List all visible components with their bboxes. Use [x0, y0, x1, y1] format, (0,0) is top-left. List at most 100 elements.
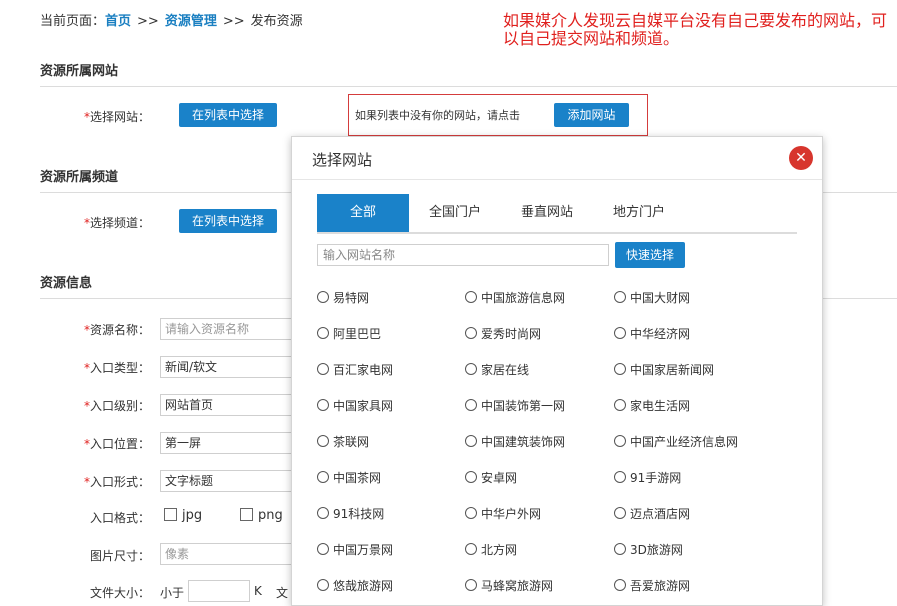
file-size-label: 文件大小：: [89, 586, 150, 600]
radio-icon[interactable]: [465, 471, 477, 483]
radio-icon[interactable]: [614, 291, 626, 303]
radio-icon[interactable]: [317, 507, 329, 519]
form-row-input[interactable]: 网站首页: [160, 394, 300, 416]
site-option[interactable]: 91科技网: [317, 505, 384, 522]
radio-icon[interactable]: [317, 327, 329, 339]
site-option-label: 北方网: [481, 543, 518, 557]
radio-icon[interactable]: [317, 543, 329, 555]
site-option[interactable]: 爱秀时尚网: [465, 325, 541, 342]
breadcrumb-home-link[interactable]: 首页: [105, 14, 131, 29]
site-option[interactable]: 吾爱旅游网: [614, 577, 690, 594]
site-option[interactable]: 中国家具网: [317, 397, 393, 414]
tab-national-portal[interactable]: 全国门户: [409, 194, 501, 232]
site-option[interactable]: 中国大财网: [614, 289, 690, 306]
site-option[interactable]: 易特网: [317, 289, 369, 306]
site-option[interactable]: 中国旅游信息网: [465, 289, 565, 306]
file-size-input[interactable]: [188, 580, 250, 602]
radio-icon[interactable]: [465, 327, 477, 339]
radio-icon[interactable]: [465, 507, 477, 519]
site-option-label: 阿里巴巴: [333, 327, 382, 341]
file-size-unit: K: [254, 584, 262, 598]
radio-icon[interactable]: [465, 435, 477, 447]
radio-icon[interactable]: [614, 327, 626, 339]
form-row-label-text: 入口级别：: [89, 399, 150, 413]
breadcrumb: 当前页面：首页 >> 资源管理 >> 发布资源: [40, 10, 303, 29]
tab-vertical-site[interactable]: 垂直网站: [501, 194, 593, 232]
site-option[interactable]: 迈点酒店网: [614, 505, 690, 522]
select-site-label-text: 选择网站：: [89, 110, 150, 124]
site-option[interactable]: 悠哉旅游网: [317, 577, 393, 594]
site-option[interactable]: 安卓网: [465, 469, 517, 486]
site-search-input[interactable]: 输入网站名称: [317, 244, 609, 266]
radio-icon[interactable]: [614, 579, 626, 591]
site-option[interactable]: 北方网: [465, 541, 517, 558]
site-option-label: 茶联网: [333, 435, 370, 449]
tab-local-portal[interactable]: 地方门户: [593, 194, 685, 232]
radio-icon[interactable]: [465, 363, 477, 375]
quick-select-button[interactable]: 快速选择: [615, 242, 685, 268]
site-option[interactable]: 中国装饰第一网: [465, 397, 565, 414]
section-title-channel: 资源所属频道: [40, 170, 119, 185]
radio-icon[interactable]: [317, 291, 329, 303]
site-option[interactable]: 中华户外网: [465, 505, 541, 522]
breadcrumb-separator: >>: [222, 14, 245, 29]
site-option[interactable]: 中国产业经济信息网: [614, 433, 738, 450]
site-option[interactable]: 阿里巴巴: [317, 325, 381, 342]
site-option-label: 迈点酒店网: [630, 507, 691, 521]
radio-icon[interactable]: [317, 471, 329, 483]
radio-icon[interactable]: [614, 507, 626, 519]
form-row-input[interactable]: 请输入资源名称: [160, 318, 300, 340]
radio-icon[interactable]: [614, 543, 626, 555]
breadcrumb-resource-link[interactable]: 资源管理: [165, 14, 217, 29]
checkbox[interactable]: [240, 508, 253, 521]
radio-icon[interactable]: [614, 435, 626, 447]
tab-all[interactable]: 全部: [317, 194, 409, 232]
form-row-input[interactable]: 第一屏: [160, 432, 300, 454]
radio-icon[interactable]: [317, 579, 329, 591]
radio-icon[interactable]: [465, 579, 477, 591]
image-size-input[interactable]: 像素: [160, 543, 300, 565]
select-channel-label-text: 选择频道：: [89, 216, 150, 230]
site-option[interactable]: 中国万景网: [317, 541, 393, 558]
form-row-input[interactable]: 新闻/软文: [160, 356, 300, 378]
choose-site-from-list-button[interactable]: 在列表中选择: [179, 103, 277, 127]
breadcrumb-separator: >>: [137, 14, 159, 29]
divider: [40, 86, 897, 87]
form-row-label-text: 资源名称：: [89, 323, 150, 337]
radio-icon[interactable]: [614, 471, 626, 483]
add-site-button[interactable]: 添加网站: [554, 103, 629, 127]
site-option[interactable]: 马蜂窝旅游网: [465, 577, 553, 594]
site-option[interactable]: 中国建筑装饰网: [465, 433, 565, 450]
site-option[interactable]: 家居在线: [465, 361, 529, 378]
site-option-label: 91科技网: [333, 507, 385, 521]
radio-icon[interactable]: [317, 363, 329, 375]
site-option[interactable]: 中国茶网: [317, 469, 381, 486]
site-option[interactable]: 中国家居新闻网: [614, 361, 714, 378]
form-row-label-text: 入口类型：: [89, 361, 150, 375]
select-channel-label: *选择频道：: [40, 214, 150, 231]
section-title-website: 资源所属网站: [40, 64, 119, 79]
site-option[interactable]: 百汇家电网: [317, 361, 393, 378]
choose-channel-from-list-button[interactable]: 在列表中选择: [179, 209, 277, 233]
checkbox[interactable]: [164, 508, 177, 521]
site-option[interactable]: 中华经济网: [614, 325, 690, 342]
form-row-input[interactable]: 文字标题: [160, 470, 300, 492]
radio-icon[interactable]: [614, 399, 626, 411]
radio-icon[interactable]: [465, 291, 477, 303]
radio-icon[interactable]: [465, 399, 477, 411]
format-option-png[interactable]: png: [240, 508, 283, 523]
site-option-label: 中国旅游信息网: [481, 291, 566, 305]
site-option[interactable]: 91手游网: [614, 469, 681, 486]
radio-icon[interactable]: [317, 435, 329, 447]
site-option[interactable]: 家电生活网: [614, 397, 690, 414]
radio-icon[interactable]: [465, 543, 477, 555]
site-option[interactable]: 3D旅游网: [614, 541, 683, 558]
radio-icon[interactable]: [317, 399, 329, 411]
radio-icon[interactable]: [614, 363, 626, 375]
file-size-extra: 文: [276, 586, 289, 600]
format-option-jpg[interactable]: jpg: [164, 508, 202, 523]
site-option[interactable]: 茶联网: [317, 433, 369, 450]
close-icon[interactable]: ✕: [789, 146, 813, 170]
site-option-label: 百汇家电网: [333, 363, 394, 377]
format-option-label: jpg: [182, 508, 203, 523]
